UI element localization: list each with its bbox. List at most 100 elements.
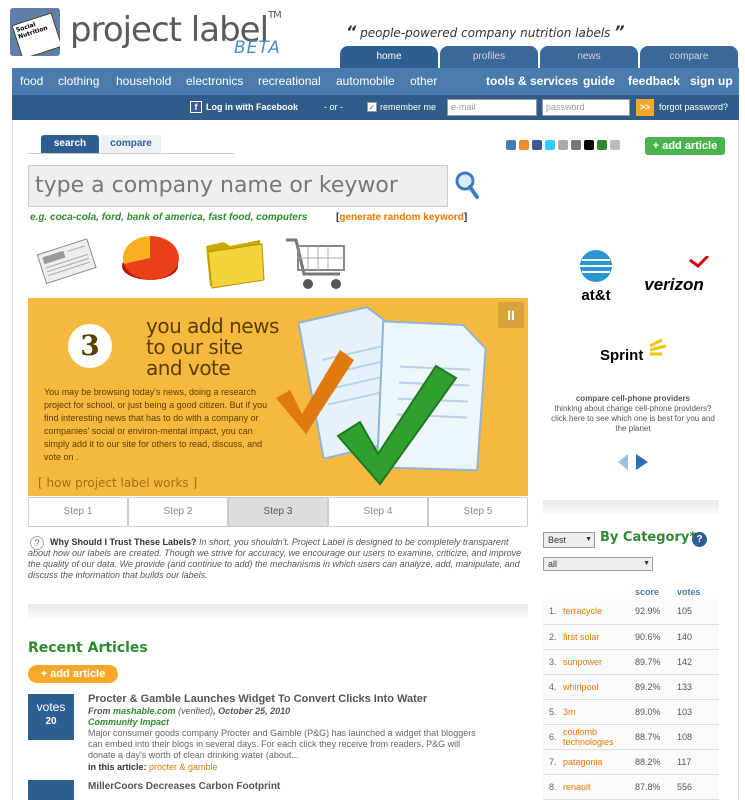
table-row[interactable]: 6. coulomb technologies 88.7% 108 [543,724,719,750]
compare-tab[interactable]: compare [101,135,161,153]
tab-home[interactable]: home [340,46,438,68]
stumbleupon-icon[interactable] [597,140,607,150]
search-tab-underline [28,153,234,154]
add-article-button-recent[interactable]: + add article [28,665,118,683]
step-1-tab[interactable]: Step 1 [28,497,128,527]
twitter-icon[interactable] [545,140,555,150]
rank-header [543,585,563,599]
nav-guide[interactable]: guide [583,68,615,95]
tagline: “ people-powered company nutrition label… [346,22,625,41]
trust-statement: Why Should I Trust These Labels? In shor… [28,537,528,581]
step-3-tab[interactable]: Step 3 [228,497,328,527]
votes-badge[interactable]: votes 20 [28,694,74,740]
nav-tools-services[interactable]: tools & services [486,68,578,95]
rss-icon[interactable] [519,140,529,150]
article-date: , October 25, 2010 [213,706,291,716]
article-category[interactable]: Community Impact [88,717,169,727]
facebook-share-icon[interactable] [532,140,542,150]
help-icon[interactable]: ? [692,532,707,547]
how-it-works-link[interactable]: [ how project label works ] [38,476,197,490]
step-2-tab[interactable]: Step 2 [128,497,228,527]
company-link[interactable]: renault [563,774,635,800]
score-cell: 88.7% [635,724,677,750]
documents-checkmark-illustration [268,298,500,496]
folder-icon[interactable] [202,234,266,290]
article-title[interactable]: MillerCoors Decreases Carbon Footprint [88,781,280,792]
logo-icon[interactable]: Social Nutrition [10,8,60,56]
category-filter-value: all [548,559,558,569]
pie-chart-icon[interactable] [118,230,182,288]
chevron-down-icon: ▼ [585,536,592,543]
nav-clothing[interactable]: clothing [58,68,99,95]
article-company-link[interactable]: procter & gamble [149,762,218,772]
article-source-link[interactable]: mashable.com [113,706,176,716]
step-4-tab[interactable]: Step 4 [328,497,428,527]
article-title[interactable]: Procter & Gamble Launches Widget To Conv… [88,693,427,705]
remember-checkbox[interactable]: ✓ [367,102,377,112]
share-icon[interactable] [506,140,516,150]
company-link[interactable]: sunpower [563,649,635,675]
tab-compare[interactable]: compare [640,46,738,68]
table-row[interactable]: 7. patagonia 88.2% 117 [543,749,719,775]
company-link[interactable]: coulomb technologies [563,724,635,750]
forgot-password-link[interactable]: forgot password? [659,95,728,120]
carrier-panel-title[interactable]: compare cell-phone providers [548,394,718,403]
newspaper-icon[interactable] [32,234,102,284]
hero-title: you add news to our site and vote [146,316,279,379]
company-link[interactable]: terracycle [563,599,635,625]
shopping-cart-icon[interactable] [282,234,352,294]
search-icon[interactable] [454,170,480,200]
nav-recreational[interactable]: recreational [258,68,321,95]
delicious-icon[interactable] [584,140,594,150]
myspace-icon[interactable] [558,140,568,150]
how-it-works-slideshow: 3 you add news to our site and vote You … [28,298,528,496]
random-keyword-link[interactable]: [generate random keyword] [336,212,467,223]
table-row[interactable]: 8. renault 87.8% 556 [543,774,719,800]
by-category-title: By Category* [600,530,697,545]
votes-cell: 142 [677,649,719,675]
sort-select-value: Best [548,535,567,545]
nav-electronics[interactable]: electronics [186,68,243,95]
nav-automobile[interactable]: automobile [336,68,395,95]
nav-sign-up[interactable]: sign up [690,68,733,95]
table-row[interactable]: 3. sunpower 89.7% 142 [543,649,719,675]
company-link[interactable]: whirlpool [563,674,635,700]
digg-icon[interactable] [571,140,581,150]
article-source: From mashable.com (verified), October 25… [88,706,290,716]
tab-news[interactable]: news [540,46,638,68]
table-row[interactable]: 2. first solar 90.6% 140 [543,624,719,650]
nav-other[interactable]: other [410,68,437,95]
table-row[interactable]: 5. 3m 89.0% 103 [543,699,719,725]
add-article-button[interactable]: + add article [645,137,725,155]
search-tab[interactable]: search [41,135,99,153]
password-field[interactable]: password [542,99,630,116]
votes-badge[interactable] [28,780,74,800]
nav-feedback[interactable]: feedback [628,68,680,95]
section-divider [28,604,528,618]
facebook-login-link[interactable]: Log in with Facebook [206,95,298,120]
search-input[interactable]: type a company name or keywor [28,165,448,207]
table-row[interactable]: 4. whirlpool 89.2% 133 [543,674,719,700]
company-link[interactable]: patagonia [563,749,635,775]
att-label: at&t [581,287,610,304]
company-link[interactable]: first solar [563,624,635,650]
verizon-logo[interactable]: verizon [634,256,714,296]
facebook-icon[interactable]: f [190,101,202,113]
email-field[interactable]: e-mail [447,99,537,116]
pause-button[interactable]: II [498,302,524,328]
sort-select[interactable]: Best ▼ [543,532,595,548]
category-filter-select[interactable]: all ▼ [543,557,653,571]
email-icon[interactable] [610,140,620,150]
nav-food[interactable]: food [20,68,43,95]
company-link[interactable]: 3m [563,699,635,725]
rank-cell: 1. [543,599,563,625]
verizon-label: verizon [644,275,704,294]
carousel-arrows [616,452,652,472]
table-row[interactable]: 1. terracycle 92.9% 105 [543,599,719,625]
sprint-logo[interactable]: Sprint [596,336,676,372]
nav-household[interactable]: household [116,68,171,95]
login-go-button[interactable]: >> [636,99,654,116]
tab-profiles[interactable]: profiles [440,46,538,68]
step-5-tab[interactable]: Step 5 [428,497,528,527]
att-logo[interactable]: at&t [566,246,626,306]
